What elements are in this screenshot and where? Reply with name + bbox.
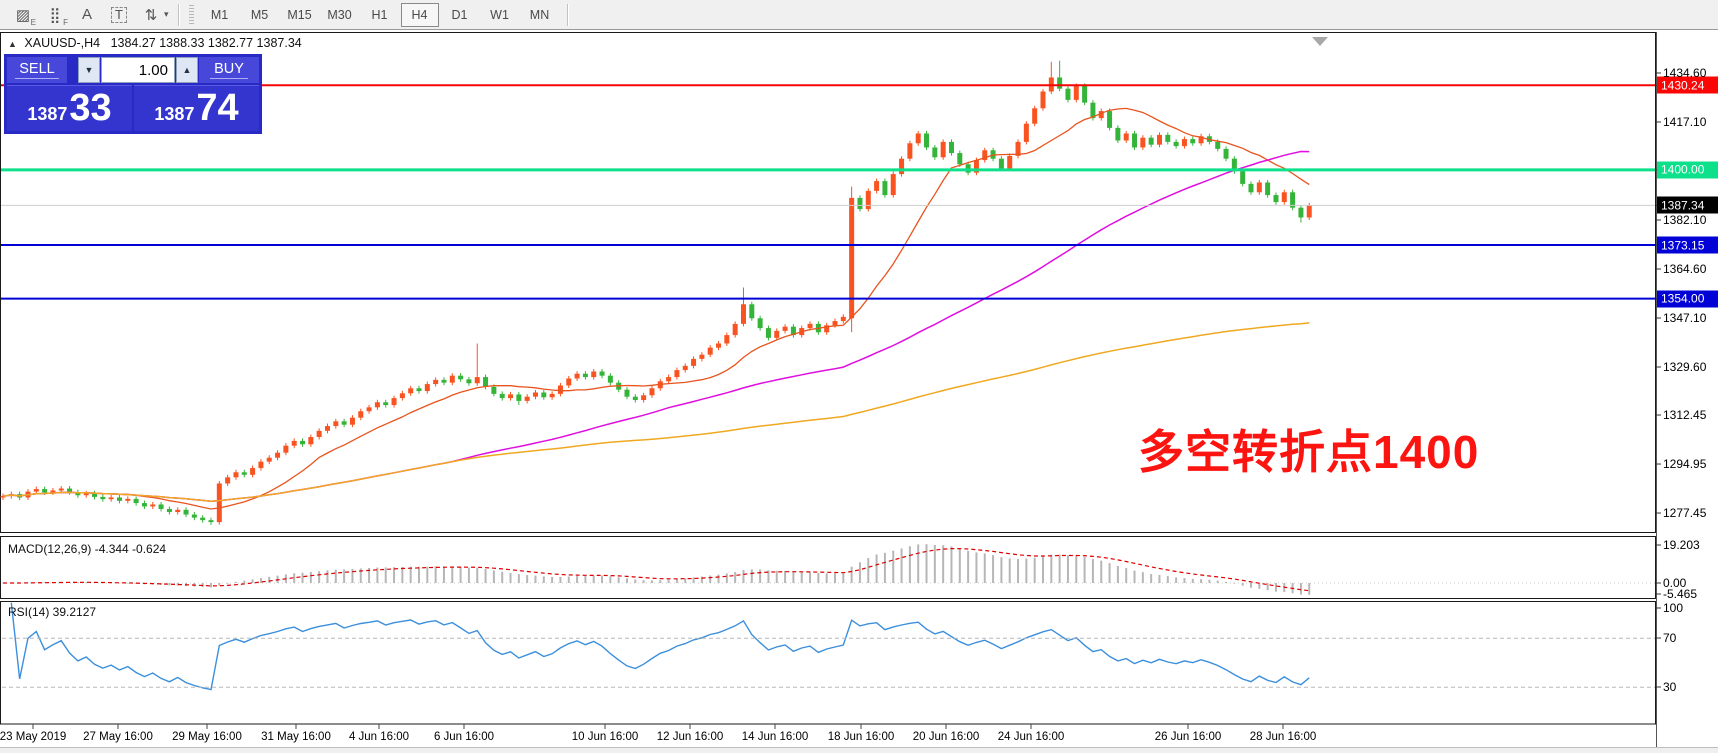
price-tag-1400.00: 1400.00 (1657, 161, 1718, 179)
y-axis-tick-1347.10: 1347.10 (1663, 311, 1707, 325)
time-axis-label: 6 Jun 16:00 (433, 731, 495, 743)
bid-big-digits: 33 (69, 87, 112, 129)
chart-shift-marker-icon (1312, 37, 1328, 46)
ask-big-digits: 74 (196, 87, 239, 129)
time-axis-label: 18 Jun 16:00 (827, 731, 895, 743)
one-click-trade-panel: SELL ▼ ▲ BUY 1387 33 1387 74 (4, 54, 262, 134)
macd-label: MACD(12,26,9) -4.344 -0.624 (8, 542, 167, 556)
rsi-pane (0, 601, 1656, 725)
chart-text-annotation: 多空转折点1400 (1138, 426, 1480, 478)
toolbar-drag-handle[interactable] (188, 4, 194, 25)
time-axis-label: 29 May 16:00 (172, 731, 242, 743)
panel-collapse-arrow[interactable]: ▲ (8, 39, 17, 49)
toolbar-separator (177, 3, 180, 26)
timeframe-button-H1[interactable]: H1 (361, 3, 399, 27)
time-axis-label: 27 May 16:00 (83, 731, 153, 743)
bid-small-digits: 1387 (27, 104, 68, 124)
timeframe-button-M15[interactable]: M15 (281, 3, 319, 27)
price-tag-1387.34: 1387.34 (1657, 196, 1718, 214)
rsi-label: RSI(14) 39.2127 (8, 605, 97, 619)
rsi-tick-100: 100 (1663, 601, 1684, 615)
buy-button[interactable]: BUY (199, 57, 259, 83)
mt4-terminal: ▨ E ⣿ F A T ⇅ ▾ M1 M5 M15 M30 H1 H4 D1 W1 MN ▲ XAUUSD-… (0, 0, 1718, 753)
symbol-period-label: XAUUSD-,H4 (24, 36, 101, 50)
rsi-line (10, 602, 1310, 691)
ohlc-values: 1384.27 1388.33 1382.77 1387.34 (110, 36, 302, 50)
sell-button[interactable]: SELL (7, 57, 67, 83)
time-axis-label: 23 May 2019 (0, 731, 67, 743)
macd-tick-19.203: 19.203 (1663, 538, 1700, 552)
chart-container: ▲ XAUUSD-,H4 1384.27 1388.33 1382.77 138… (0, 30, 1718, 753)
price-tag-1354.00: 1354.00 (1657, 290, 1718, 308)
timeframe-toolbar: M1 M5 M15 M30 H1 H4 D1 W1 MN (200, 2, 560, 27)
ask-small-digits: 1387 (154, 104, 195, 124)
y-axis-tick-1312.45: 1312.45 (1663, 408, 1707, 423)
volume-up-button[interactable]: ▲ (176, 57, 198, 83)
chart-ohlc-header: ▲ XAUUSD-,H4 1384.27 1388.33 1382.77 138… (8, 36, 302, 50)
rsi-tick-70: 70 (1663, 631, 1677, 645)
timeframe-button-M30[interactable]: M30 (321, 3, 359, 27)
timeframe-button-W1[interactable]: W1 (481, 3, 519, 27)
time-axis-label: 4 Jun 16:00 (348, 731, 410, 743)
volume-input[interactable] (102, 58, 174, 82)
time-axis-label: 24 Jun 16:00 (997, 731, 1065, 743)
y-axis-tick-1417.10: 1417.10 (1663, 115, 1707, 129)
timeframe-button-H4[interactable]: H4 (400, 2, 439, 27)
chart-canvas[interactable] (0, 30, 1718, 753)
bid-quote[interactable]: 1387 33 (7, 85, 132, 131)
macd-pane (0, 536, 1656, 599)
indicator-grid-icon[interactable]: ⣿ F (40, 3, 70, 27)
volume-down-button[interactable]: ▼ (78, 57, 100, 83)
toolbar: ▨ E ⣿ F A T ⇅ ▾ M1 M5 M15 M30 H1 H4 D1 W1 MN (0, 0, 1718, 30)
macd-tick--5.465: -5.465 (1663, 587, 1698, 601)
time-axis-label: 31 May 16:00 (261, 731, 331, 743)
y-axis-tick-1329.60: 1329.60 (1663, 360, 1707, 374)
timeframe-button-M1[interactable]: M1 (201, 3, 239, 27)
expert-advisor-icon[interactable]: ▨ E (8, 3, 38, 27)
cycle-lines-icon[interactable]: ⇅ (136, 3, 166, 27)
timeframe-button-M5[interactable]: M5 (241, 3, 279, 27)
ask-quote[interactable]: 1387 74 (134, 85, 259, 131)
timeframe-button-D1[interactable]: D1 (441, 3, 479, 27)
time-axis-label: 20 Jun 16:00 (912, 731, 980, 743)
timeframe-button-MN[interactable]: MN (521, 3, 559, 27)
time-axis-label: 28 Jun 16:00 (1249, 731, 1317, 743)
volume-field-wrap (101, 57, 175, 83)
window-bottom-strip (0, 747, 1718, 753)
y-axis-tick-1294.95: 1294.95 (1663, 457, 1707, 472)
price-tag-1373.15: 1373.15 (1657, 236, 1718, 254)
toolbar-separator (566, 3, 569, 26)
time-axis-label: 12 Jun 16:00 (656, 731, 724, 743)
rsi-tick-30: 30 (1663, 680, 1677, 694)
time-axis-label: 14 Jun 16:00 (741, 731, 809, 743)
text-label-icon[interactable]: A (72, 3, 102, 27)
time-axis-label: 26 Jun 16:00 (1154, 731, 1222, 743)
macd-signal-line (3, 547, 1310, 592)
y-axis-tick-1364.60: 1364.60 (1663, 262, 1707, 276)
y-axis-tick-1434.60: 1434.60 (1663, 66, 1707, 80)
text-box-icon[interactable]: T (104, 3, 134, 27)
ma-mid (2, 150, 1310, 503)
y-axis-tick-1382.10: 1382.10 (1663, 213, 1707, 227)
time-axis-label: 10 Jun 16:00 (571, 731, 639, 743)
y-axis-tick-1277.45: 1277.45 (1663, 506, 1707, 521)
